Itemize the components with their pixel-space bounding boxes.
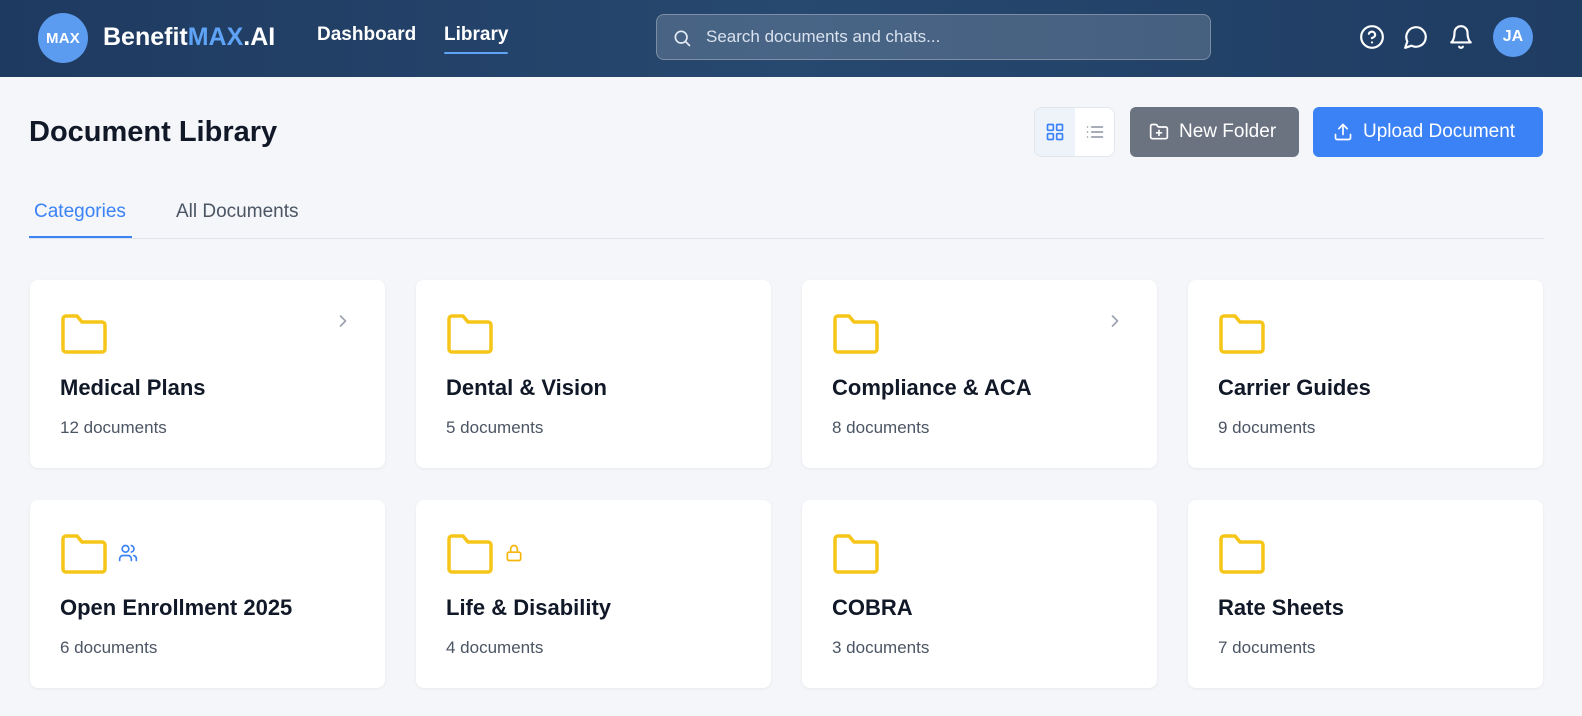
folder-icon bbox=[1219, 314, 1265, 354]
folder-card[interactable]: COBRA 3 documents bbox=[802, 500, 1157, 688]
brand-accent: MAX bbox=[187, 23, 244, 51]
view-mode-toggle bbox=[1034, 107, 1115, 157]
folder-icon bbox=[61, 314, 107, 354]
folder-document-count: 4 documents bbox=[446, 638, 544, 657]
brand-suffix: .AI bbox=[243, 23, 276, 51]
user-avatar[interactable]: JA bbox=[1493, 17, 1533, 57]
grid-view-button[interactable] bbox=[1035, 108, 1075, 156]
bell-icon[interactable] bbox=[1448, 24, 1474, 50]
folder-icon bbox=[447, 314, 493, 354]
folder-name: Compliance & ACA bbox=[832, 375, 1032, 400]
list-view-button[interactable] bbox=[1075, 108, 1114, 156]
lock-icon bbox=[506, 544, 522, 562]
users-icon bbox=[118, 544, 138, 562]
tab-categories[interactable]: Categories bbox=[34, 201, 126, 223]
tab-all-documents[interactable]: All Documents bbox=[176, 201, 299, 223]
folder-name: Medical Plans bbox=[60, 375, 206, 400]
grid-icon bbox=[1046, 123, 1064, 141]
folder-plus-icon bbox=[1149, 123, 1169, 140]
folder-document-count: 8 documents bbox=[832, 418, 930, 437]
upload-icon bbox=[1334, 123, 1352, 141]
help-circle-icon[interactable] bbox=[1359, 24, 1385, 50]
chevron-right-icon[interactable] bbox=[333, 311, 353, 331]
nav-dashboard[interactable]: Dashboard bbox=[317, 24, 416, 46]
folder-icon bbox=[61, 534, 107, 574]
new-folder-button[interactable]: New Folder bbox=[1130, 107, 1299, 157]
list-icon bbox=[1086, 126, 1104, 138]
folder-icon bbox=[833, 534, 879, 574]
chevron-right-icon[interactable] bbox=[1105, 311, 1125, 331]
folder-card[interactable]: Dental & Vision 5 documents bbox=[416, 280, 771, 468]
folder-document-count: 3 documents bbox=[832, 638, 930, 657]
folder-card[interactable]: Rate Sheets 7 documents bbox=[1188, 500, 1543, 688]
nav-library-label: Library bbox=[444, 24, 509, 45]
folder-icon bbox=[1219, 534, 1265, 574]
folder-icon bbox=[833, 314, 879, 354]
nav-library[interactable]: Library bbox=[444, 24, 509, 54]
folder-card[interactable]: Life & Disability 4 documents bbox=[416, 500, 771, 688]
brand-logo-text[interactable]: BenefitMAX.AI bbox=[103, 23, 275, 52]
folder-name: Dental & Vision bbox=[446, 375, 607, 400]
new-folder-label: New Folder bbox=[1179, 121, 1277, 142]
brand-prefix: Benefit bbox=[103, 23, 188, 51]
folder-name: Life & Disability bbox=[446, 595, 612, 620]
folder-name: Rate Sheets bbox=[1218, 595, 1344, 620]
folder-name: Open Enrollment 2025 bbox=[60, 595, 293, 620]
folder-document-count: 5 documents bbox=[446, 418, 544, 437]
folder-card[interactable]: Medical Plans 12 documents bbox=[30, 280, 385, 468]
page-title: Document Library bbox=[29, 116, 278, 148]
folder-document-count: 6 documents bbox=[60, 638, 158, 657]
folder-card[interactable]: Compliance & ACA 8 documents bbox=[802, 280, 1157, 468]
logo-badge[interactable]: MAX bbox=[38, 13, 88, 63]
folder-name: COBRA bbox=[832, 595, 913, 620]
search-icon bbox=[674, 30, 691, 47]
folder-document-count: 9 documents bbox=[1218, 418, 1316, 437]
folder-card[interactable]: Carrier Guides 9 documents bbox=[1188, 280, 1543, 468]
folder-card[interactable]: Open Enrollment 2025 6 documents bbox=[30, 500, 385, 688]
folder-name: Carrier Guides bbox=[1218, 375, 1371, 400]
search-input[interactable] bbox=[706, 15, 1196, 59]
upload-document-label: Upload Document bbox=[1363, 121, 1516, 142]
top-navigation-bar: MAX BenefitMAX.AI Dashboard Library JA bbox=[0, 0, 1582, 77]
library-tabs: Categories All Documents bbox=[29, 190, 1544, 239]
chat-bubble-icon[interactable] bbox=[1403, 24, 1429, 50]
nav-active-underline bbox=[444, 52, 509, 54]
folder-icon bbox=[447, 534, 493, 574]
folder-document-count: 7 documents bbox=[1218, 638, 1316, 657]
active-tab-indicator bbox=[29, 236, 132, 238]
search-box[interactable] bbox=[656, 14, 1211, 60]
upload-document-button[interactable]: Upload Document bbox=[1313, 107, 1543, 157]
folder-document-count: 12 documents bbox=[60, 418, 167, 437]
